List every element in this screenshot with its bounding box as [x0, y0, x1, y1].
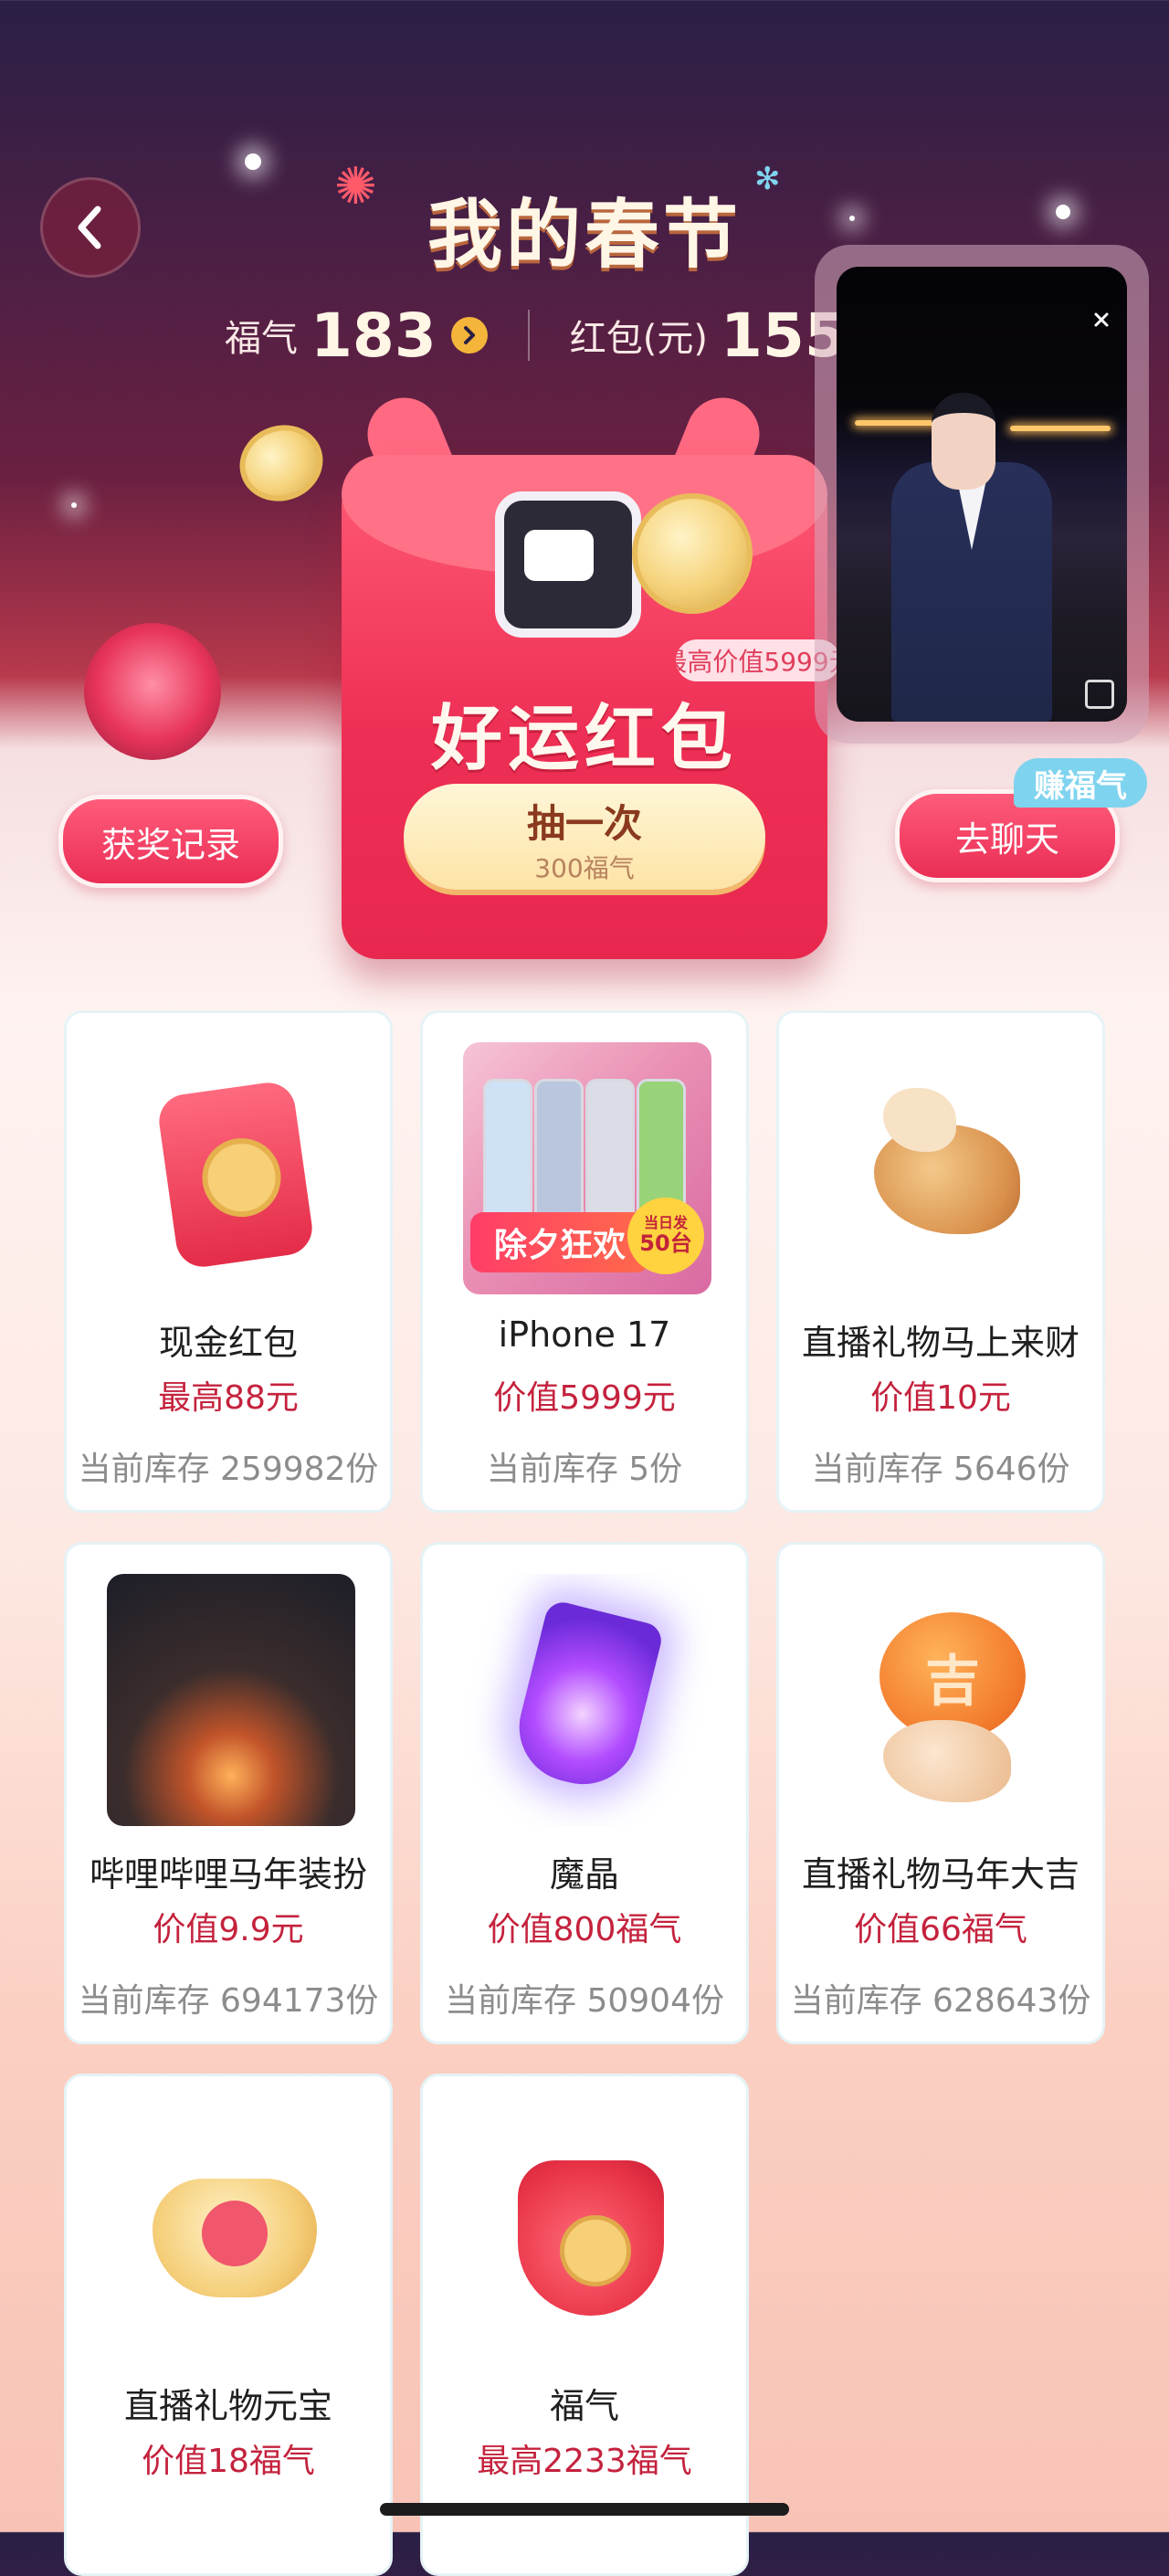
stats-divider [527, 310, 530, 361]
reward-stock: 当前库存 694173份 [78, 1982, 379, 2020]
home-indicator[interactable] [380, 2503, 789, 2516]
reward-price: 价值800福气 [487, 1911, 682, 1948]
reward-image [819, 1042, 1068, 1294]
lucky-envelope[interactable]: 最高价值5999元 好运红包 抽一次 300福气 [342, 455, 840, 959]
reward-image [107, 2106, 355, 2358]
stats-bar: 福气 183 红包(元) 155.6 [225, 294, 911, 376]
reward-stock: 当前库存 50904份 [445, 1982, 724, 2020]
fortune-value: 183 [311, 300, 437, 371]
reward-price: 价值10元 [870, 1379, 1011, 1417]
rewards-grid: 现金红包 最高88元 当前库存 259982份 除夕狂欢 当日发 50台 iPh… [64, 1010, 1105, 2576]
reward-title: 直播礼物马上来财 [801, 1323, 1079, 1363]
draw-once-button[interactable]: 抽一次 300福气 [404, 784, 765, 890]
reward-image: 除夕狂欢 当日发 50台 [463, 1042, 711, 1294]
presenter-head [932, 393, 995, 490]
reward-title: 现金红包 [158, 1323, 298, 1363]
reward-price: 价值66福气 [854, 1911, 1027, 1948]
earn-fortune-badge[interactable]: 赚福气 [1014, 758, 1147, 808]
mascot-face [524, 530, 594, 581]
background-lights [1010, 426, 1111, 431]
reward-card[interactable]: 现金红包 最高88元 当前库存 259982份 [64, 1010, 393, 1513]
promo-badge-bottom: 50台 [639, 1230, 692, 1257]
reward-card[interactable]: 直播礼物马上来财 价值10元 当前库存 5646份 [776, 1010, 1105, 1513]
go-chat-label: 去聊天 [954, 818, 1059, 860]
sparkle-decoration [245, 153, 261, 170]
reward-card[interactable]: 哔哩哔哩马年装扮 价值9.9元 当前库存 694173份 [64, 1542, 393, 2044]
draw-button-cost: 300福气 [534, 853, 635, 883]
reward-stock: 当前库存 259982份 [78, 1451, 379, 1488]
live-video[interactable] [837, 267, 1127, 722]
reward-title: iPhone 17 [498, 1314, 671, 1355]
lucky-pouch-icon [518, 2160, 664, 2316]
reward-stock: 当前库存 5646份 [811, 1451, 1070, 1488]
reward-title: 直播礼物元宝 [123, 2386, 332, 2426]
red-envelope-icon [155, 1079, 316, 1271]
magic-crystal-icon [507, 1599, 666, 1796]
sparkle-decoration [71, 502, 77, 508]
promo-badge: 当日发 50台 [627, 1198, 704, 1274]
anime-artwork [107, 1574, 355, 1826]
fortune-detail-button[interactable] [450, 317, 488, 354]
reward-title: 魔晶 [549, 1854, 619, 1895]
reward-image [463, 1574, 711, 1826]
reward-stock: 当前库存 5份 [486, 1451, 683, 1488]
reward-price: 最高88元 [158, 1379, 299, 1417]
close-icon[interactable] [1085, 303, 1118, 336]
floating-coin-decoration [228, 413, 334, 513]
prize-records-button[interactable]: 获奖记录 [58, 795, 283, 888]
gold-ingot-icon [153, 2179, 317, 2297]
reward-image [107, 1042, 355, 1294]
fortune-label: 福气 [225, 318, 298, 360]
reward-card[interactable]: 吉 直播礼物马年大吉 价值66福气 当前库存 628643份 [776, 1542, 1105, 2044]
reward-price: 价值5999元 [493, 1379, 676, 1417]
reward-image [107, 1574, 355, 1826]
reward-stock: 当前库存 628643份 [790, 1982, 1091, 2020]
reward-image: 吉 [819, 1574, 1068, 1826]
reward-card[interactable]: 魔晶 价值800福气 当前库存 50904份 [420, 1542, 749, 2044]
gift-box-icon [84, 623, 221, 760]
envelope-title: 好运红包 [430, 698, 738, 780]
reward-title: 直播礼物马年大吉 [801, 1854, 1079, 1895]
chevron-right-icon [463, 326, 475, 344]
prize-records-label: 获奖记录 [100, 824, 240, 865]
draw-button-label: 抽一次 [526, 801, 642, 846]
reward-price: 价值9.9元 [153, 1911, 304, 1948]
reward-card[interactable]: 直播礼物元宝 价值18福气 [64, 2074, 393, 2576]
horse-gift-icon [883, 1720, 1011, 1802]
reward-price: 价值18福气 [142, 2443, 315, 2480]
expand-icon[interactable] [1085, 680, 1114, 709]
redpacket-label: 红包(元) [569, 318, 708, 360]
live-video-window[interactable] [815, 245, 1149, 744]
gold-coin-icon [632, 493, 753, 614]
reward-price: 最高2233福气 [477, 2443, 692, 2480]
reward-title: 福气 [549, 2386, 619, 2426]
mascot-tv-icon [495, 491, 641, 638]
reward-image [463, 2106, 711, 2358]
reward-card[interactable]: 福气 最高2233福气 [420, 2074, 749, 2576]
background-lights [855, 420, 937, 426]
reward-card[interactable]: 除夕狂欢 当日发 50台 iPhone 17 价值5999元 当前库存 5份 [420, 1010, 749, 1513]
promo-badge-top: 当日发 [643, 1214, 688, 1231]
reward-title: 哔哩哔哩马年装扮 [89, 1854, 367, 1895]
presenter-figure [891, 462, 1052, 722]
promo-banner: 除夕狂欢 [470, 1212, 649, 1272]
